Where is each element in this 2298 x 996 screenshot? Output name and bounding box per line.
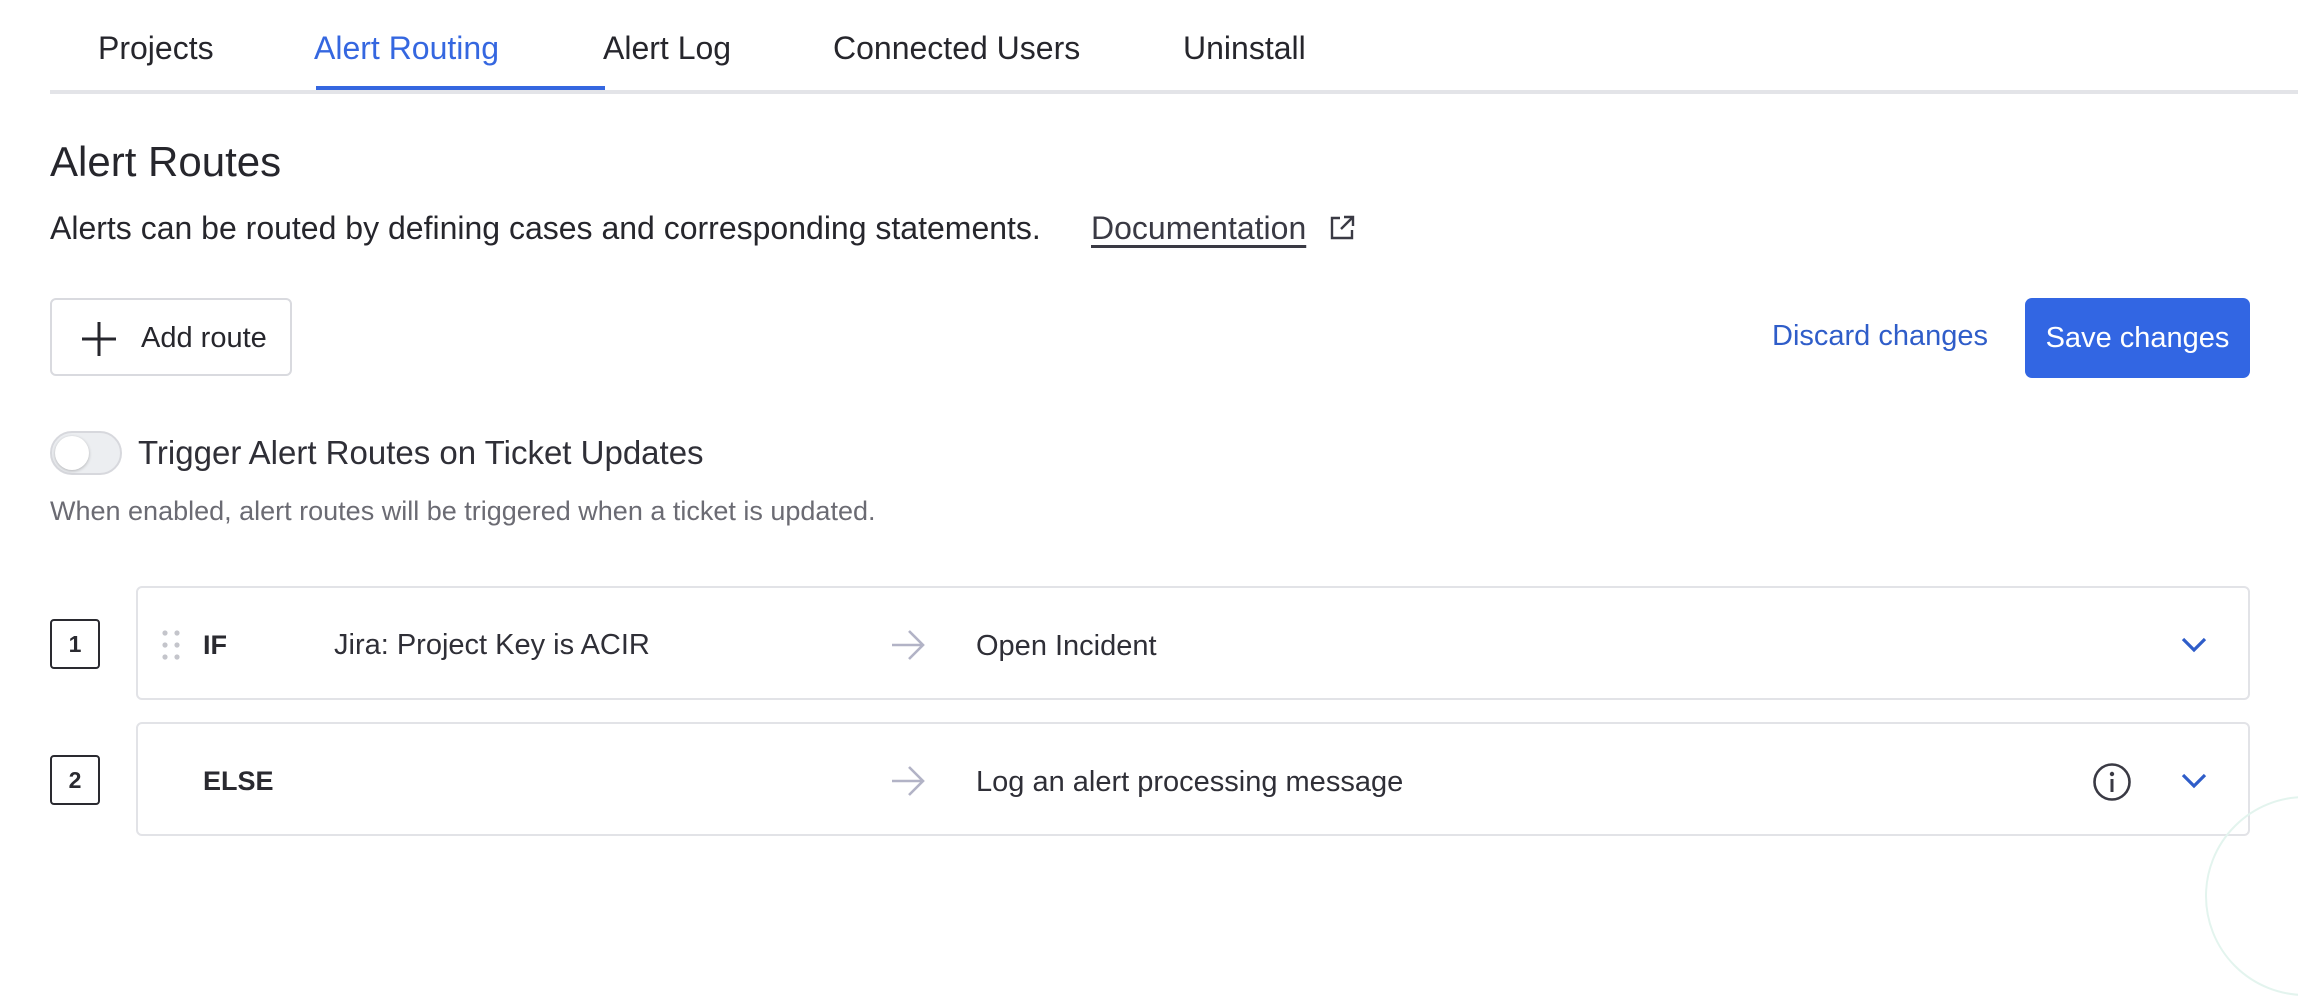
route-card-1[interactable]: IF Jira: Project Key is ACIR Open Incide… bbox=[136, 586, 2250, 700]
add-route-label: Add route bbox=[141, 322, 267, 354]
toggle-help-text: When enabled, alert routes will be trigg… bbox=[50, 496, 876, 526]
arrow-right-icon bbox=[892, 766, 925, 796]
ticket-updates-toggle[interactable] bbox=[50, 431, 122, 475]
plus-icon bbox=[82, 322, 116, 356]
save-changes-button[interactable]: Save changes bbox=[2025, 298, 2250, 378]
tab-alert-log[interactable]: Alert Log bbox=[603, 0, 731, 90]
chevron-down-icon[interactable] bbox=[2180, 768, 2208, 792]
route-action: Open Incident bbox=[976, 630, 1157, 662]
route-card-2[interactable]: ELSE Log an alert processing message bbox=[136, 722, 2250, 836]
page-title: Alert Routes bbox=[50, 138, 282, 185]
info-icon[interactable] bbox=[2092, 762, 2132, 802]
route-keyword: ELSE bbox=[203, 766, 274, 796]
route-condition: Jira: Project Key is ACIR bbox=[334, 629, 650, 661]
documentation-link[interactable]: Documentation bbox=[1091, 210, 1306, 247]
route-keyword: IF bbox=[203, 630, 227, 660]
tab-projects[interactable]: Projects bbox=[98, 0, 214, 90]
active-tab-indicator bbox=[316, 86, 605, 90]
tab-uninstall[interactable]: Uninstall bbox=[1183, 0, 1306, 90]
toggle-label: Trigger Alert Routes on Ticket Updates bbox=[138, 434, 704, 471]
drag-handle-icon[interactable] bbox=[160, 628, 182, 662]
route-action: Log an alert processing message bbox=[976, 766, 1404, 798]
add-route-button[interactable]: Add route bbox=[50, 298, 292, 376]
arrow-right-icon bbox=[892, 630, 925, 660]
tab-connected-users[interactable]: Connected Users bbox=[833, 0, 1080, 90]
chevron-down-icon[interactable] bbox=[2180, 632, 2208, 656]
route-number: 1 bbox=[50, 619, 100, 669]
page-description: Alerts can be routed by defining cases a… bbox=[50, 210, 1041, 246]
tab-bar: Projects Alert Routing Alert Log Connect… bbox=[50, 0, 2298, 94]
toggle-knob bbox=[55, 436, 89, 470]
discard-changes-button[interactable]: Discard changes bbox=[1772, 320, 1988, 353]
tab-alert-routing[interactable]: Alert Routing bbox=[314, 0, 499, 90]
route-number: 2 bbox=[50, 755, 100, 805]
external-link-icon[interactable] bbox=[1328, 214, 1356, 242]
